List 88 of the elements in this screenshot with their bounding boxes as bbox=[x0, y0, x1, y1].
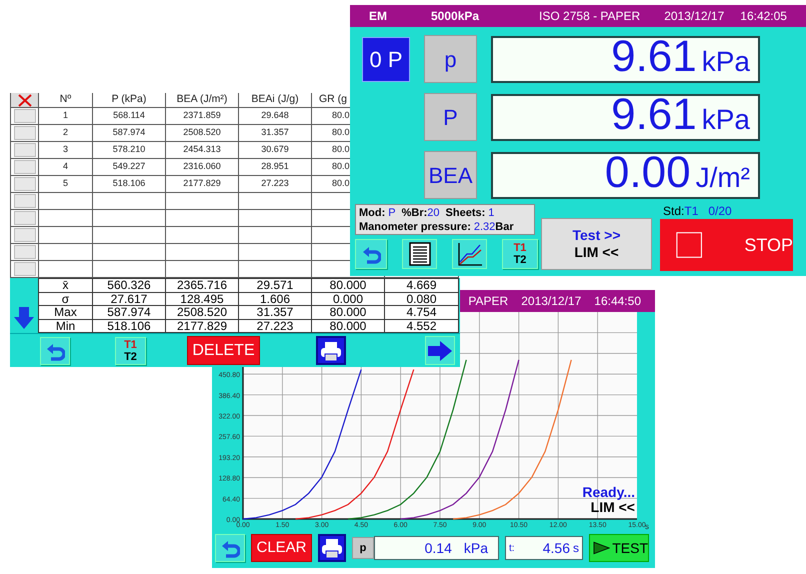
table-cell: 2 bbox=[39, 125, 93, 142]
info-text: Bar bbox=[495, 221, 514, 233]
table-cell: 5 bbox=[39, 176, 93, 193]
status-text: Ready... bbox=[582, 485, 635, 500]
column-header: Nº bbox=[39, 93, 93, 108]
table-cell: 2316.060 bbox=[166, 159, 239, 176]
reading-unit: J/m² bbox=[696, 160, 750, 194]
reading-value: 9.61 bbox=[611, 34, 697, 78]
table-cell: 2177.829 bbox=[166, 176, 239, 193]
info-text: Sheets: bbox=[446, 207, 486, 219]
test-limit-button[interactable]: Test >> LIM << bbox=[541, 218, 652, 270]
title-text: 2013/12/17 bbox=[521, 293, 582, 310]
info-text: Manometer pressure: bbox=[359, 221, 471, 233]
table-cell: 30.679 bbox=[239, 142, 312, 159]
time-label: t: bbox=[509, 542, 515, 556]
limit-text: LIM << bbox=[590, 500, 635, 515]
table-cell: 3 bbox=[39, 142, 93, 159]
table-cell: 4 bbox=[39, 159, 93, 176]
stat-cell: 0.000 bbox=[312, 292, 385, 306]
info-text: 2.32 bbox=[474, 221, 496, 233]
standard-toggle-button[interactable]: T1 T2 bbox=[115, 337, 146, 365]
info-text: 20 bbox=[427, 207, 440, 219]
delete-button[interactable]: DELETE bbox=[187, 336, 260, 365]
stat-label: Max bbox=[39, 306, 93, 320]
column-header: P (kPa) bbox=[93, 93, 166, 108]
reading-unit: kPa bbox=[702, 102, 750, 136]
parameter-button[interactable]: p bbox=[424, 35, 477, 83]
stat-cell: 4.754 bbox=[385, 306, 459, 320]
table-cell: 518.106 bbox=[93, 176, 166, 193]
x-axis-label: s bbox=[645, 522, 649, 531]
parameter-label: p bbox=[352, 537, 374, 559]
title-text: 5000kPa bbox=[431, 8, 480, 25]
table-cell: 27.223 bbox=[239, 176, 312, 193]
table-cell: 31.357 bbox=[239, 125, 312, 142]
title-text: 2013/12/17 bbox=[664, 8, 724, 25]
table-cell: 2508.520 bbox=[166, 125, 239, 142]
info-text: Mod: bbox=[359, 207, 386, 219]
time-value: 4.56 bbox=[542, 538, 570, 558]
time-unit: s bbox=[573, 540, 579, 557]
stat-cell: 31.357 bbox=[239, 306, 312, 320]
standard-toggle-button[interactable]: T1 T2 bbox=[502, 239, 538, 269]
table-cell: 2454.313 bbox=[166, 142, 239, 159]
title-text: ISO 2758 - PAPER bbox=[539, 8, 640, 25]
pressure-unit: kPa bbox=[464, 538, 488, 558]
clear-button[interactable]: CLEAR bbox=[251, 534, 312, 562]
parameter-button[interactable]: P bbox=[424, 93, 477, 141]
info-text: P bbox=[388, 207, 396, 219]
info-text: %Br: bbox=[402, 207, 428, 219]
title-text: EM bbox=[369, 8, 387, 25]
title-text: 16:42:05 bbox=[740, 8, 787, 25]
stat-label: x̄ bbox=[39, 279, 93, 292]
table-cell: 29.648 bbox=[239, 108, 312, 125]
reading-unit: kPa bbox=[702, 44, 750, 78]
stat-cell: 80.000 bbox=[312, 279, 385, 292]
pressure-value: 0.14 bbox=[424, 538, 452, 558]
stat-cell: 80.000 bbox=[312, 306, 385, 320]
title-text: 16:44:50 bbox=[594, 293, 641, 310]
table-cell: 1 bbox=[39, 108, 93, 125]
stat-cell: 4.669 bbox=[385, 279, 459, 292]
reading-value: 9.61 bbox=[611, 92, 697, 136]
table-cell: 28.951 bbox=[239, 159, 312, 176]
reading-value: 0.00 bbox=[604, 150, 691, 194]
table-cell: 2371.859 bbox=[166, 108, 239, 125]
zero-button[interactable]: 0 P bbox=[362, 36, 410, 82]
std-value: T1 bbox=[684, 204, 698, 218]
stat-label: σ bbox=[39, 292, 93, 306]
stat-cell: 0.080 bbox=[385, 292, 459, 306]
table-cell: 578.210 bbox=[93, 142, 166, 159]
table-cell: 568.114 bbox=[93, 108, 166, 125]
table-cell: 549.227 bbox=[93, 159, 166, 176]
column-header: BEAi (J/g) bbox=[239, 93, 312, 108]
stop-button[interactable]: STOP bbox=[660, 219, 793, 271]
std-label: Std: bbox=[663, 204, 684, 218]
stat-cell: 2365.716 bbox=[166, 279, 239, 292]
stat-cell: 1.606 bbox=[239, 292, 312, 306]
stat-cell: 27.617 bbox=[93, 292, 166, 306]
title-text: PAPER bbox=[468, 293, 508, 310]
test-button[interactable]: TEST bbox=[589, 534, 649, 562]
table-cell: 587.974 bbox=[93, 125, 166, 142]
stat-cell: 2508.520 bbox=[166, 306, 239, 320]
stat-cell: 128.495 bbox=[166, 292, 239, 306]
parameter-button[interactable]: BEA bbox=[424, 151, 477, 199]
stat-cell: 560.326 bbox=[93, 279, 166, 292]
column-header: BEA (J/m²) bbox=[166, 93, 239, 108]
info-text: 1 bbox=[488, 207, 494, 219]
stat-cell: 587.974 bbox=[93, 306, 166, 320]
stat-cell: 29.571 bbox=[239, 279, 312, 292]
sample-count: 0/20 bbox=[708, 204, 732, 218]
